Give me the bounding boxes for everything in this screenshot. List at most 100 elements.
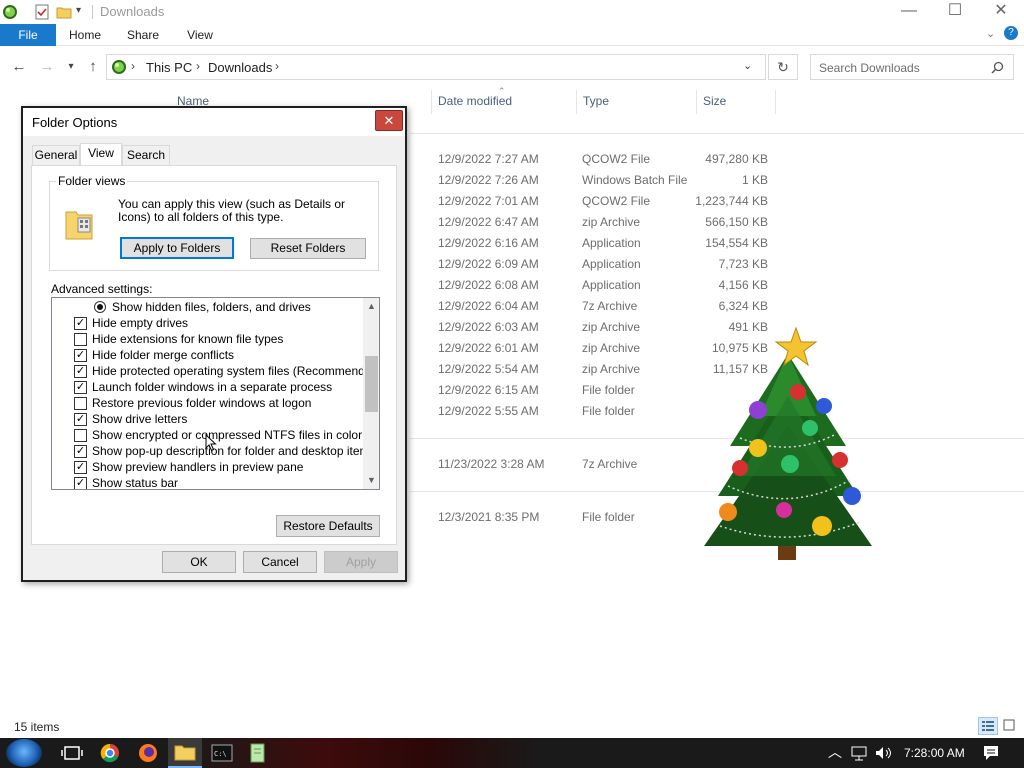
large-icons-view-button[interactable] <box>1000 717 1020 735</box>
checkbox-checked-icon[interactable]: ✓ <box>74 477 87 489</box>
advanced-settings-list[interactable]: Show hidden files, folders, and drives ✓ H… <box>51 297 380 490</box>
file-size: 4,156 KB <box>718 278 768 292</box>
start-button[interactable] <box>6 739 42 767</box>
setting-item[interactable]: ✓ Hide protected operating system files (… <box>52 363 379 379</box>
network-icon[interactable] <box>850 744 868 762</box>
properties-icon[interactable] <box>34 4 50 20</box>
checkbox-unchecked-icon[interactable] <box>74 397 87 410</box>
setting-item[interactable]: Hide extensions for known file types <box>52 331 362 347</box>
breadcrumb-downloads[interactable]: Downloads <box>208 60 272 75</box>
maximize-button[interactable]: ☐ <box>932 0 978 24</box>
setting-item[interactable]: ✓ Show preview handlers in preview pane <box>52 459 362 475</box>
details-view-button[interactable] <box>978 717 998 735</box>
tab-file[interactable]: File <box>0 24 56 46</box>
file-explorer-taskbar-button[interactable] <box>168 738 202 768</box>
close-window-button[interactable]: ✕ <box>978 0 1024 24</box>
refresh-button[interactable]: ↻ <box>768 54 798 80</box>
tab-general[interactable]: General <box>32 145 80 166</box>
view-tab-panel: Folder views You can apply this view (su… <box>31 165 397 545</box>
folder-views-label: Folder views <box>56 174 128 188</box>
checkbox-checked-icon[interactable]: ✓ <box>74 381 87 394</box>
checkbox-checked-icon[interactable]: ✓ <box>74 413 87 426</box>
new-folder-icon[interactable] <box>56 4 72 20</box>
forward-arrow-icon[interactable]: → <box>36 56 58 78</box>
file-type: File folder <box>582 510 635 524</box>
breadcrumb-this-pc[interactable]: This PC <box>146 60 192 75</box>
folder-options-dialog: Folder Options ✕ General View Search Fol… <box>21 106 407 582</box>
titlebar-divider <box>92 5 93 19</box>
command-prompt-icon[interactable]: C:\ <box>210 741 234 765</box>
reset-folders-button[interactable]: Reset Folders <box>250 238 366 259</box>
checkbox-checked-icon[interactable]: ✓ <box>74 349 87 362</box>
scrollbar-thumb[interactable] <box>365 356 378 412</box>
column-type[interactable]: Type <box>583 94 609 108</box>
firefox-icon[interactable] <box>136 741 160 765</box>
dialog-titlebar[interactable]: Folder Options ✕ <box>23 108 405 136</box>
setting-item[interactable]: ✓ Show status bar <box>52 475 362 489</box>
file-date-modified: 12/9/2022 6:15 AM <box>438 383 539 397</box>
address-bar[interactable]: › This PC › Downloads › ⌄ <box>106 54 766 80</box>
setting-item[interactable]: Restore previous folder windows at logon <box>52 395 362 411</box>
checkbox-checked-icon[interactable]: ✓ <box>74 461 87 474</box>
ribbon-expand-icon[interactable]: ⌄ <box>986 27 995 40</box>
file-date-modified: 12/9/2022 6:01 AM <box>438 341 539 355</box>
checkbox-unchecked-icon[interactable] <box>74 333 87 346</box>
action-center-icon[interactable] <box>982 744 1000 762</box>
radio-selected-icon[interactable] <box>94 301 106 313</box>
setting-item[interactable]: Show hidden files, folders, and drives <box>52 299 362 315</box>
file-date-modified: 12/9/2022 7:27 AM <box>438 152 539 166</box>
tab-share[interactable]: Share <box>120 24 166 46</box>
setting-item[interactable]: ✓ Show drive letters <box>52 411 362 427</box>
breadcrumb-separator: › <box>196 59 200 73</box>
dialog-close-button[interactable]: ✕ <box>375 110 403 131</box>
column-divider[interactable] <box>775 90 776 114</box>
setting-label: Show preview handlers in preview pane <box>92 460 304 474</box>
apply-to-folders-button[interactable]: Apply to Folders <box>120 237 234 259</box>
clock[interactable]: 7:28:00 AM <box>904 746 965 760</box>
setting-label: Show hidden files, folders, and drives <box>112 300 311 314</box>
checkbox-checked-icon[interactable]: ✓ <box>74 445 87 458</box>
minimize-button[interactable]: — <box>886 0 932 24</box>
cancel-button[interactable]: Cancel <box>243 551 317 573</box>
file-date-modified: 12/9/2022 5:55 AM <box>438 404 539 418</box>
address-dropdown-icon[interactable]: ⌄ <box>743 59 752 72</box>
apply-button[interactable]: Apply <box>324 551 398 573</box>
setting-item[interactable]: ✓ Hide folder merge conflicts <box>52 347 362 363</box>
checkbox-checked-icon[interactable]: ✓ <box>74 317 87 330</box>
up-arrow-icon[interactable]: ↑ <box>82 56 104 78</box>
column-date-modified[interactable]: Date modified <box>438 94 512 108</box>
tab-view[interactable]: View <box>80 143 122 167</box>
file-size: 566,150 KB <box>705 215 768 229</box>
column-divider[interactable] <box>431 90 432 114</box>
tab-view[interactable]: View <box>178 24 222 46</box>
christmas-tree-image <box>704 326 872 560</box>
tab-search[interactable]: Search <box>122 145 170 166</box>
scroll-down-icon[interactable]: ▼ <box>363 472 379 489</box>
chrome-icon[interactable] <box>98 741 122 765</box>
taskbar: C:\ ︿ 7:28:00 AM <box>0 738 1024 768</box>
ok-button[interactable]: OK <box>162 551 236 573</box>
help-icon[interactable]: ? <box>1004 26 1018 40</box>
column-divider[interactable] <box>576 90 577 114</box>
setting-label: Hide protected operating system files (R… <box>92 364 380 378</box>
breadcrumb-separator: › <box>275 59 279 73</box>
setting-label: Hide folder merge conflicts <box>92 348 235 362</box>
scroll-up-icon[interactable]: ▲ <box>363 298 379 315</box>
volume-icon[interactable] <box>874 744 892 762</box>
setting-item[interactable]: ✓ Launch folder windows in a separate pro… <box>52 379 362 395</box>
restore-defaults-button[interactable]: Restore Defaults <box>276 515 380 537</box>
show-hidden-icons-icon[interactable]: ︿ <box>828 742 842 762</box>
back-arrow-icon[interactable]: ← <box>8 56 30 78</box>
task-view-icon[interactable] <box>60 741 84 765</box>
setting-item[interactable]: ✓ Hide empty drives <box>52 315 362 331</box>
search-input[interactable]: Search Downloads <box>810 54 1014 80</box>
checkbox-unchecked-icon[interactable] <box>74 429 87 442</box>
quick-access-dropdown-icon[interactable]: ▾ <box>76 5 81 16</box>
column-divider[interactable] <box>696 90 697 114</box>
checkbox-checked-icon[interactable]: ✓ <box>74 365 87 378</box>
tab-home[interactable]: Home <box>62 24 108 46</box>
column-size[interactable]: Size <box>703 94 726 108</box>
settings-scrollbar[interactable]: ▲ ▼ <box>363 298 379 489</box>
notepad-plus-icon[interactable] <box>246 741 270 765</box>
recent-locations-icon[interactable]: ▾ <box>60 56 82 78</box>
